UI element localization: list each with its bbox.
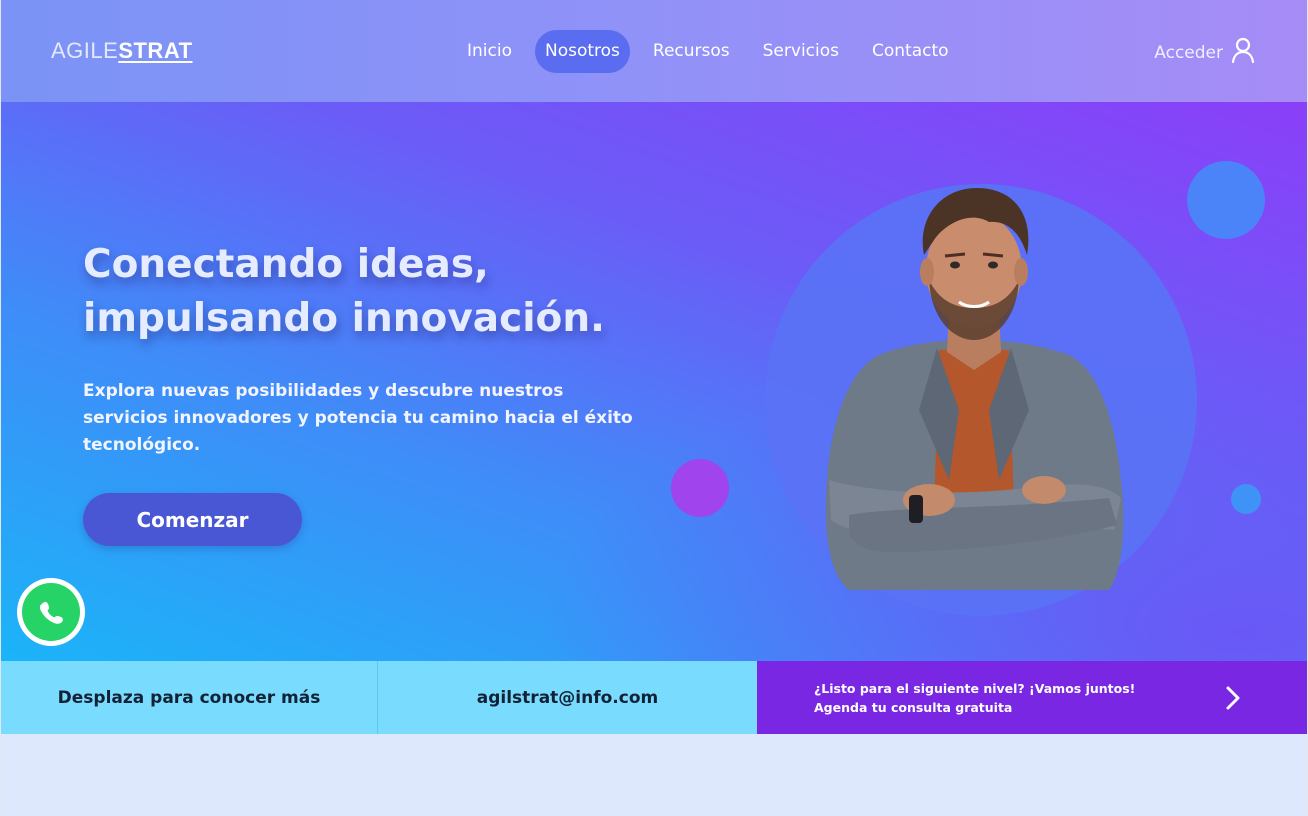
nav-item-inicio[interactable]: Inicio [457,30,522,73]
user-icon [1231,37,1255,68]
info-bar: Desplaza para conocer más agilstrat@info… [1,661,1307,734]
decorative-circle-small [1231,484,1261,514]
hero-headline-line1: Conectando ideas, [83,242,489,287]
whatsapp-button[interactable] [17,578,85,646]
consultation-cta-line1: ¿Listo para el siguiente nivel? ¡Vamos j… [814,680,1136,696]
hero-headline-line2: impulsando innovación. [83,296,605,341]
consultation-cta[interactable]: ¿Listo para el siguiente nivel? ¡Vamos j… [757,661,1307,734]
logo[interactable]: AGILESTRAT [51,38,193,64]
nav-item-recursos[interactable]: Recursos [643,30,740,73]
nav-item-servicios[interactable]: Servicios [753,30,849,73]
main-nav: Inicio Nosotros Recursos Servicios Conta… [457,30,972,73]
hero-headline: Conectando ideas, impulsando innovación. [83,238,643,346]
contact-email[interactable]: agilstrat@info.com [378,661,757,734]
logo-bold-text: STRAT [118,38,193,63]
hero-subtext: Explora nuevas posibilidades y descubre … [83,381,633,455]
login-button[interactable]: Acceder [1154,37,1255,68]
login-label: Acceder [1154,42,1223,63]
consultation-cta-line2: Agenda tu consulta gratuita [814,699,1013,715]
page-background-section [1,734,1307,816]
start-button[interactable]: Comenzar [83,493,302,546]
scroll-hint: Desplaza para conocer más [1,661,378,734]
decorative-circle-top-right [1187,161,1265,239]
site-header: AGILESTRAT Inicio Nosotros Recursos Serv… [1,0,1307,102]
nav-item-contacto[interactable]: Contacto [862,30,959,73]
logo-light-text: AGILE [51,38,119,63]
whatsapp-icon [22,583,80,641]
consultation-cta-text: ¿Listo para el siguiente nivel? ¡Vamos j… [814,679,1135,717]
hero-person-image [825,188,1124,590]
decorative-circle-purple [671,459,729,517]
nav-item-nosotros[interactable]: Nosotros [534,30,630,73]
hero-section: Conectando ideas, impulsando innovación.… [1,102,1307,661]
chevron-right-icon [1226,686,1240,710]
